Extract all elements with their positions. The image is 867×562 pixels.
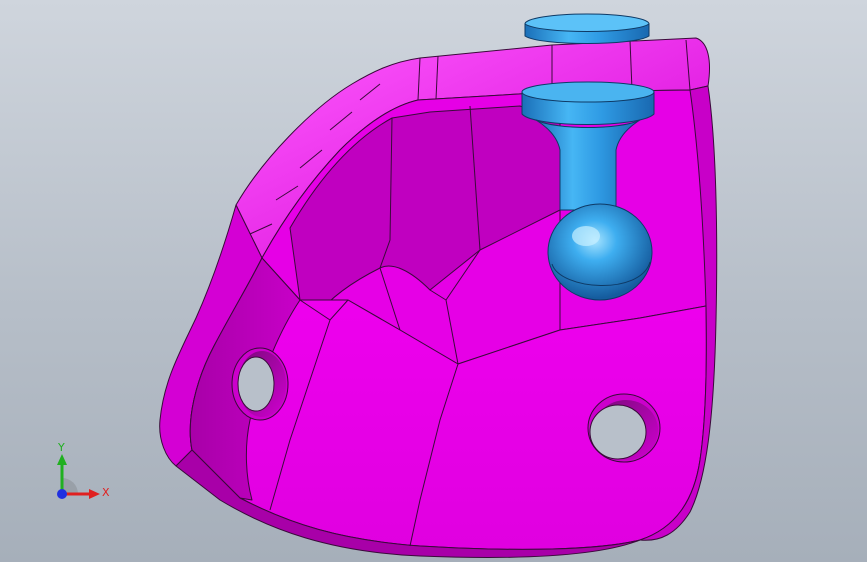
right-mounting-hole[interactable] xyxy=(587,393,661,463)
orientation-triad[interactable]: Y X xyxy=(42,438,114,510)
x-axis-arrow xyxy=(89,489,100,499)
z-axis-dot xyxy=(57,489,67,499)
graphics-viewport[interactable]: Y X xyxy=(0,0,867,562)
y-axis-label: Y xyxy=(57,441,65,454)
x-axis-label: X xyxy=(102,486,110,499)
part-model[interactable] xyxy=(0,0,867,562)
left-mounting-hole[interactable] xyxy=(231,347,289,421)
y-axis-arrow xyxy=(57,454,67,465)
